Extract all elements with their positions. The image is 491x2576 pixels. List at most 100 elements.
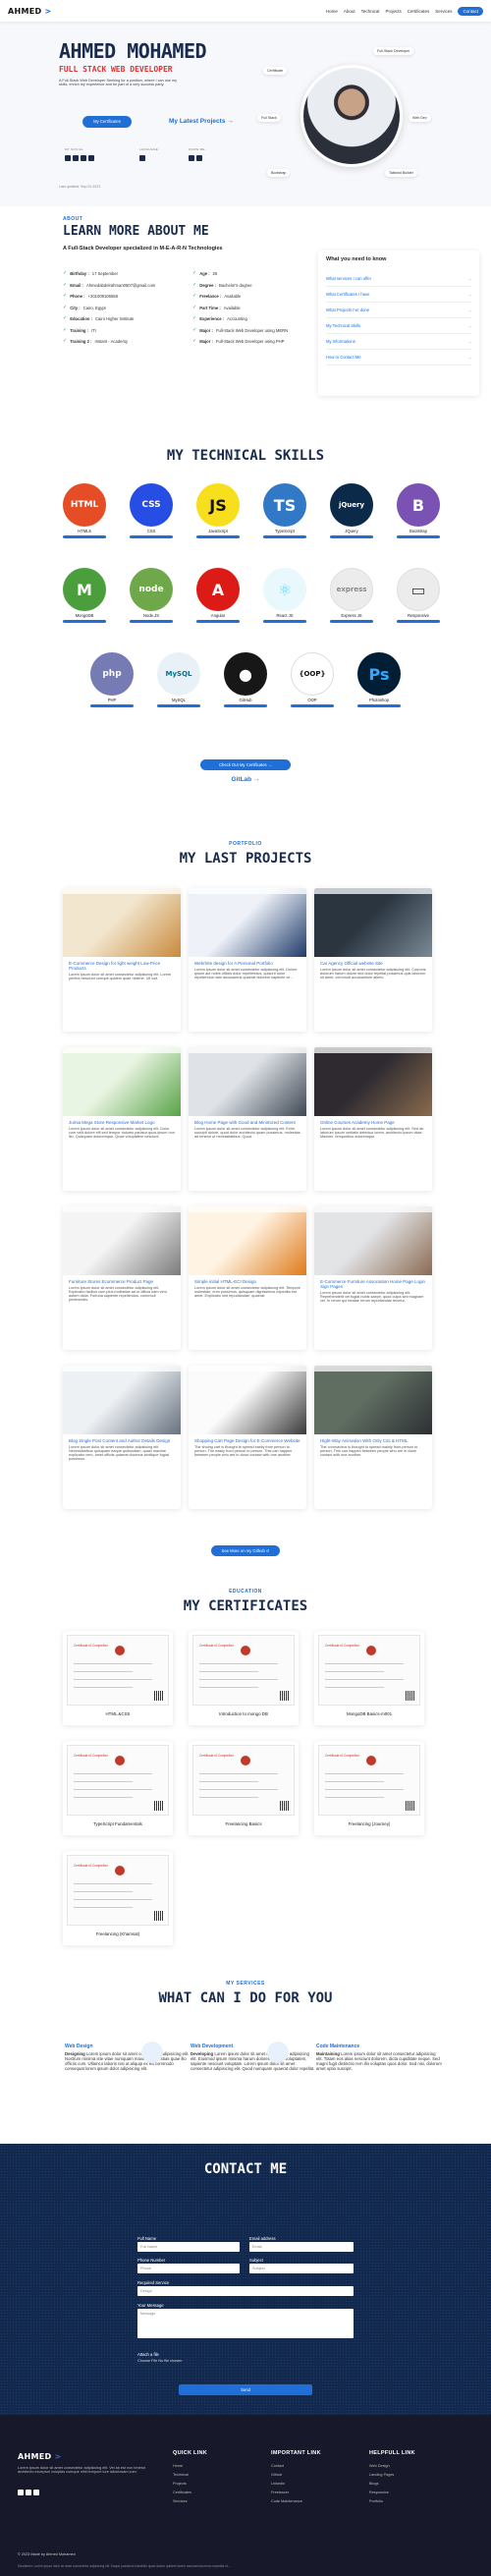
- certificate-card[interactable]: Certificate of Completion Freelancing Bas…: [189, 1741, 299, 1835]
- certificate-image[interactable]: Certificate of Completion: [67, 1855, 169, 1926]
- cv-icon[interactable]: [189, 155, 194, 161]
- name-input[interactable]: Full Name: [137, 2242, 240, 2252]
- logo[interactable]: AHMED >: [8, 7, 52, 16]
- project-thumbnail[interactable]: [314, 888, 432, 957]
- service-select[interactable]: Design: [137, 2286, 354, 2296]
- project-thumbnail[interactable]: [189, 1206, 306, 1275]
- know-item[interactable]: My Technical Skills →: [326, 318, 471, 334]
- download-icon[interactable]: [196, 155, 202, 161]
- subject-input[interactable]: Subject: [249, 2264, 354, 2273]
- footer-link[interactable]: Certificates: [173, 2491, 191, 2494]
- footer-link[interactable]: Portfolio: [369, 2499, 383, 2503]
- footer-link[interactable]: Home: [173, 2464, 183, 2468]
- footer-link[interactable]: Services: [173, 2499, 188, 2503]
- footer-link[interactable]: Web Design: [369, 2464, 390, 2468]
- know-item[interactable]: What Projects I've done →: [326, 303, 471, 318]
- certificate-image[interactable]: Certificate of Completion: [318, 1635, 420, 1706]
- footer-link[interactable]: Github: [271, 2473, 282, 2477]
- certificate-card[interactable]: Certificate of Completion HTML &CSS: [63, 1631, 173, 1725]
- project-title[interactable]: Hight-Way Animation With Only Css & HTML: [320, 1438, 426, 1443]
- project-card[interactable]: Simple initial HTML-ECI Design Lorem ipsu…: [189, 1206, 306, 1350]
- project-title[interactable]: Blog Single Post Content and Author Deta…: [69, 1438, 175, 1443]
- know-item[interactable]: What Certificates I have →: [326, 287, 471, 303]
- project-thumbnail[interactable]: [63, 1366, 181, 1434]
- github-icon[interactable]: [26, 2490, 31, 2495]
- project-card[interactable]: Car Agency Official website Site Lorem ip…: [314, 888, 432, 1032]
- project-thumbnail[interactable]: [314, 1047, 432, 1116]
- nav-about[interactable]: About: [344, 9, 355, 14]
- project-card[interactable]: Online Courses Academy Home Page Lorem ip…: [314, 1047, 432, 1191]
- project-thumbnail[interactable]: [189, 888, 306, 957]
- latest-projects-link[interactable]: My Latest Projects →: [169, 118, 234, 125]
- check-certificates-button[interactable]: Check Out My Certificates →: [200, 759, 291, 770]
- project-card[interactable]: Furniture Stores Ecommerce Product Page L…: [63, 1206, 181, 1350]
- footer-link[interactable]: Linkedin: [271, 2482, 285, 2486]
- footer-link[interactable]: Contact: [271, 2464, 284, 2468]
- linkedin-icon[interactable]: [81, 155, 86, 161]
- send-button[interactable]: Send: [179, 2384, 312, 2395]
- certificate-image[interactable]: Certificate of Completion: [318, 1745, 420, 1816]
- project-card[interactable]: E-Commerce Furniture Association Home Pa…: [314, 1206, 432, 1350]
- nav-services[interactable]: Services: [435, 9, 452, 14]
- footer-link[interactable]: Technical: [173, 2473, 189, 2477]
- project-title[interactable]: Web/Site design for A Personal Portfolio: [194, 961, 300, 966]
- footer-logo[interactable]: AHMED >: [18, 2452, 62, 2461]
- certificate-image[interactable]: Certificate of Completion: [67, 1745, 169, 1816]
- project-title[interactable]: Jumia Mega Store Responsive Market Logo: [69, 1120, 175, 1125]
- gitlab-link[interactable]: GitLab →: [226, 776, 265, 783]
- message-textarea[interactable]: Message: [137, 2309, 354, 2338]
- project-card[interactable]: Blog Single Post Content and Author Deta…: [63, 1366, 181, 1509]
- project-title[interactable]: Car Agency Official website Site: [320, 961, 426, 966]
- instagram-icon[interactable]: [88, 155, 94, 161]
- project-card[interactable]: Web/Site design for A Personal Portfolio…: [189, 888, 306, 1032]
- nav-projects[interactable]: Projects: [385, 9, 401, 14]
- footer-link[interactable]: Freelancer: [271, 2491, 289, 2494]
- facebook-icon[interactable]: [65, 155, 71, 161]
- certificate-image[interactable]: Certificate of Completion: [67, 1635, 169, 1706]
- footer-link[interactable]: Responsive: [369, 2491, 389, 2494]
- certificate-image[interactable]: Certificate of Completion: [192, 1745, 295, 1816]
- footer-link[interactable]: Blogs: [369, 2482, 379, 2486]
- facebook-icon[interactable]: [18, 2490, 24, 2495]
- footer-link[interactable]: Code Maintenance: [271, 2499, 302, 2503]
- know-item[interactable]: What services I can offer →: [326, 271, 471, 287]
- project-title[interactable]: Simple initial HTML-ECI Design: [194, 1279, 300, 1284]
- project-title[interactable]: E-Commerce Furniture Association Home Pa…: [320, 1279, 426, 1289]
- footer-link[interactable]: Landing Pages: [369, 2473, 394, 2477]
- project-title[interactable]: Furniture Stores Ecommerce Product Page: [69, 1279, 175, 1284]
- nav-technical[interactable]: Technical: [361, 9, 380, 14]
- project-thumbnail[interactable]: [63, 1206, 181, 1275]
- project-thumbnail[interactable]: [63, 1047, 181, 1116]
- project-card[interactable]: Shopping Cart Page Design for E-Commerce…: [189, 1366, 306, 1509]
- project-card[interactable]: Hight-Way Animation With Only Css & HTML…: [314, 1366, 432, 1509]
- project-title[interactable]: Blog Home Page with Good and Minimized C…: [194, 1120, 300, 1125]
- project-card[interactable]: E-Commerce Design for light weight Low-P…: [63, 888, 181, 1032]
- know-item[interactable]: My Informations →: [326, 334, 471, 350]
- my-certificates-button[interactable]: My Certificates: [82, 116, 132, 128]
- certificate-image[interactable]: Certificate of Completion: [192, 1635, 295, 1706]
- footer-link[interactable]: Projects: [173, 2482, 187, 2486]
- nav-home[interactable]: Home: [326, 9, 338, 14]
- see-more-github-button[interactable]: See More on my Github ↺: [211, 1545, 280, 1556]
- project-title[interactable]: E-Commerce Design for light weight Low-P…: [69, 961, 175, 971]
- project-thumbnail[interactable]: [189, 1366, 306, 1434]
- project-title[interactable]: Online Courses Academy Home Page: [320, 1120, 426, 1125]
- linkedin-icon[interactable]: [33, 2490, 39, 2495]
- project-thumbnail[interactable]: [314, 1366, 432, 1434]
- project-card[interactable]: Blog Home Page with Good and Minimized C…: [189, 1047, 306, 1191]
- certificate-card[interactable]: Certificate of Completion Introduction to…: [189, 1631, 299, 1725]
- certificate-card[interactable]: Certificate of Completion TypeScript Fund…: [63, 1741, 173, 1835]
- project-thumbnail[interactable]: [63, 888, 181, 957]
- project-thumbnail[interactable]: [314, 1206, 432, 1275]
- file-input[interactable]: Choose File No file chosen: [137, 2359, 182, 2363]
- nav-contact-button[interactable]: Contact: [458, 6, 483, 16]
- project-thumbnail[interactable]: [189, 1047, 306, 1116]
- github-icon[interactable]: [73, 155, 79, 161]
- certificate-card[interactable]: Certificate of Completion MongoDB Basics-…: [314, 1631, 424, 1725]
- nav-certificates[interactable]: Certificates: [408, 9, 430, 14]
- know-item[interactable]: How to Contact Me →: [326, 350, 471, 365]
- phone-input[interactable]: Phone: [137, 2264, 240, 2273]
- project-card[interactable]: Jumia Mega Store Responsive Market Logo L…: [63, 1047, 181, 1191]
- project-title[interactable]: Shopping Cart Page Design for E-Commerce…: [194, 1438, 300, 1443]
- certificate-card[interactable]: Certificate of Completion Freelancing (Jo…: [314, 1741, 424, 1835]
